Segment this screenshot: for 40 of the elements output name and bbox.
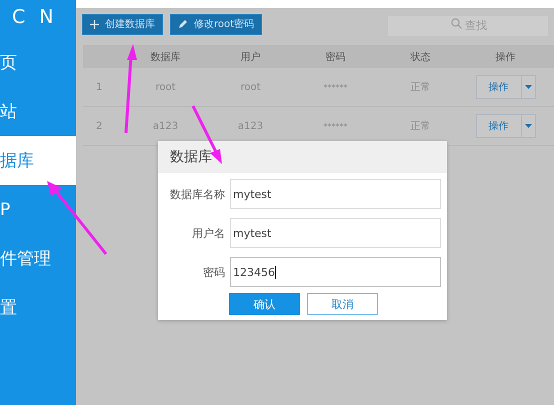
dialog-button[interactable]: 取消 — [307, 293, 378, 315]
table-cell-text: 正常 — [410, 80, 432, 94]
column-header: 状态 — [410, 50, 432, 64]
table-cell-text: root — [239, 82, 262, 92]
table-cell-text: 正常 — [410, 120, 432, 133]
column-header: 操作 — [494, 50, 516, 64]
table-cell-text: a123 — [152, 120, 180, 132]
pencil-icon — [178, 19, 188, 29]
field-label: 密码 — [202, 264, 225, 280]
table-cell-text: 2 — [95, 120, 104, 132]
input-field[interactable]: mytest — [230, 179, 441, 209]
logo-text: C N — [11, 5, 59, 30]
nav-item[interactable]: P — [0, 185, 76, 234]
table-cell-text: ****** — [322, 82, 348, 92]
dropdown-button[interactable] — [520, 115, 534, 137]
dialog-title: 数据库 — [158, 141, 447, 173]
toolbar-button[interactable]: 修改root密码 — [170, 14, 262, 34]
field-label: 数据库名称 — [169, 186, 225, 202]
table-cell-text: 1 — [95, 82, 104, 92]
nav-item[interactable]: 站 — [0, 87, 76, 136]
dropdown-button[interactable] — [520, 76, 534, 98]
caret-icon — [524, 124, 532, 128]
caret-icon — [524, 85, 532, 89]
nav-item[interactable]: 页 — [0, 38, 76, 87]
column-header: 密码 — [324, 50, 346, 64]
field-label: 用户名 — [191, 226, 225, 240]
table-cell-text: root — [154, 82, 177, 92]
nav-item[interactable]: 据库 — [0, 136, 76, 185]
search-icon — [451, 18, 462, 29]
column-header: 数据库 — [150, 50, 182, 64]
input-field[interactable]: mytest — [230, 218, 441, 248]
nav-item[interactable]: 件管理 — [0, 234, 76, 283]
toolbar-button[interactable]: 创建数据库 — [82, 14, 163, 34]
table-cell-text: ****** — [322, 122, 348, 130]
input-field[interactable]: 123456 — [230, 257, 441, 287]
column-header: 用户 — [240, 50, 262, 64]
dialog-button[interactable]: 确认 — [229, 293, 300, 315]
nav-item[interactable]: 置 — [0, 283, 76, 332]
plus-icon — [90, 20, 99, 28]
table-cell-text: a123 — [236, 120, 264, 132]
